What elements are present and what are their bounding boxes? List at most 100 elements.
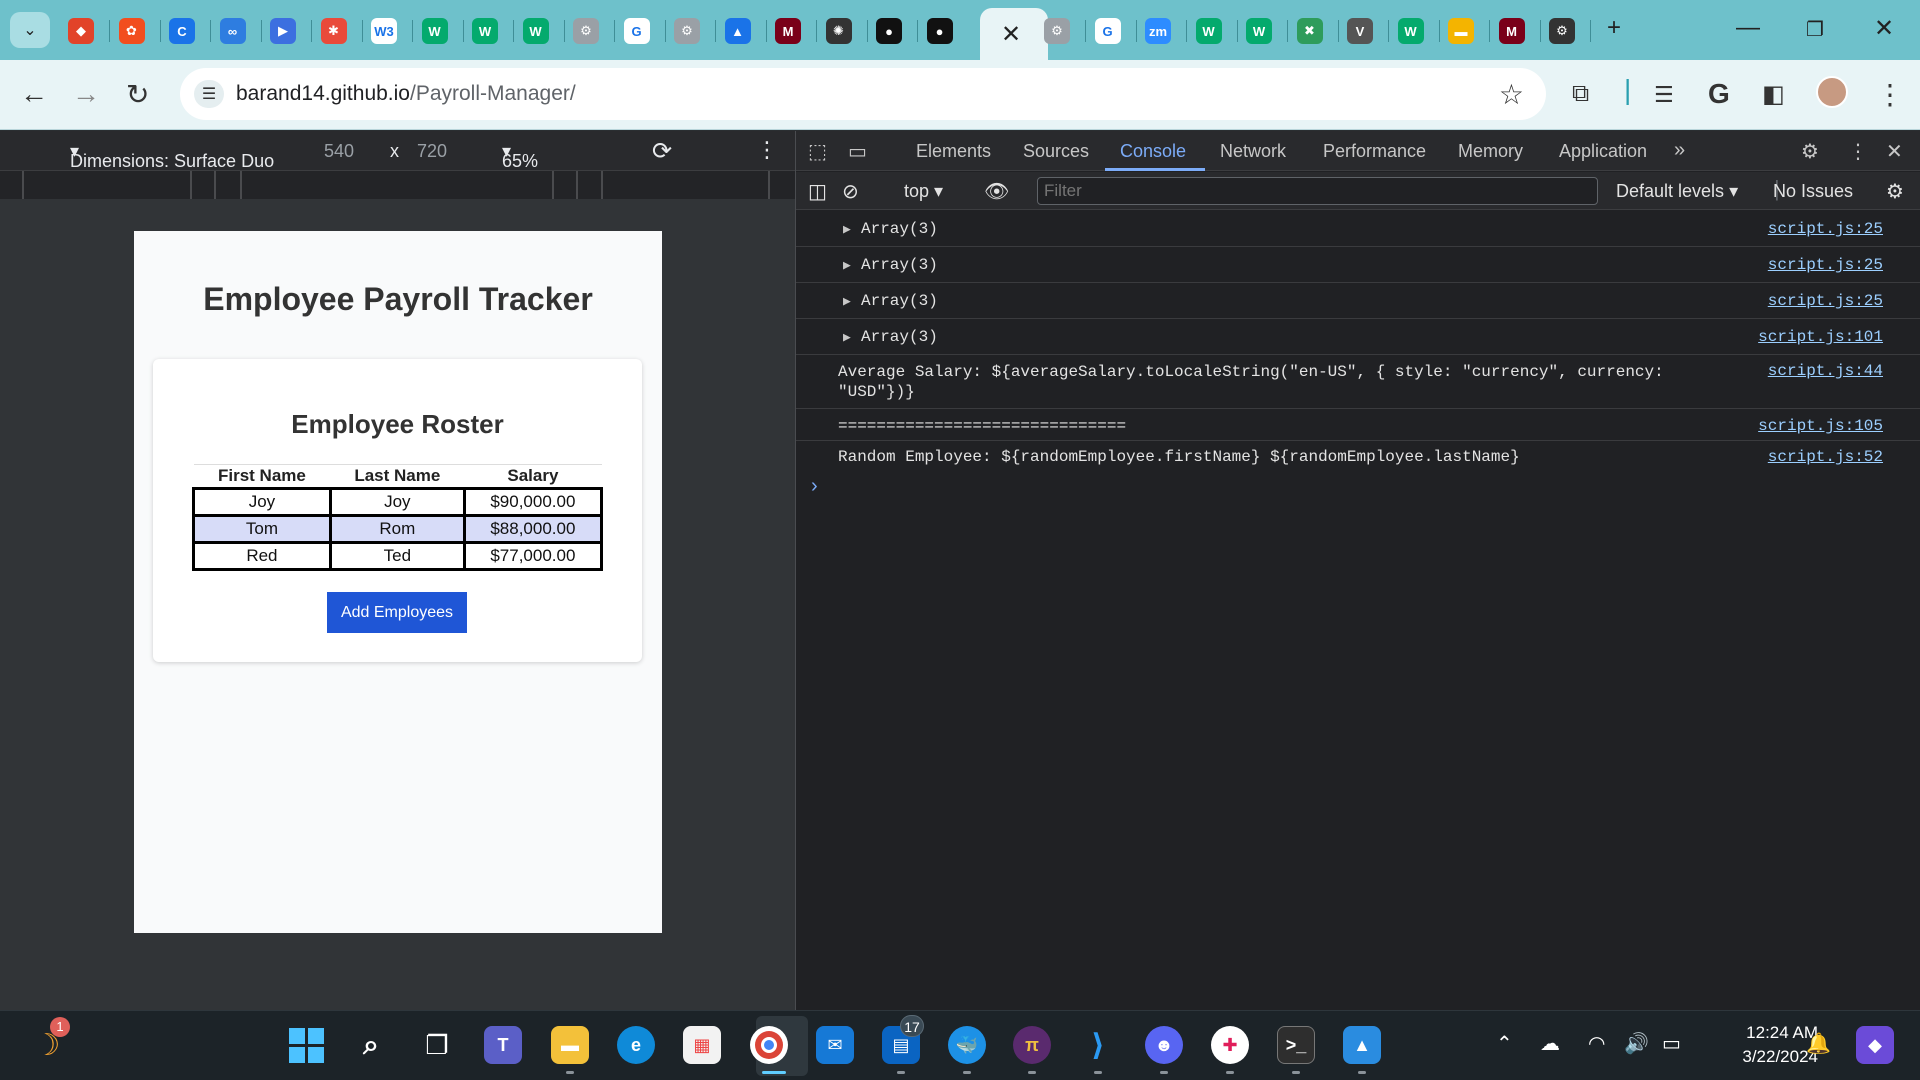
site-info-icon[interactable]: ☰ [194,80,224,108]
extension-icon[interactable]: ⚙ [674,18,700,44]
openai-icon[interactable]: ✺ [825,18,852,44]
console-message[interactable]: Average Salary: ${averageSalary.toLocale… [796,355,1920,409]
more-tabs-icon[interactable]: » [1674,139,1685,162]
bookmark-star-icon[interactable]: ☆ [1499,78,1524,111]
w-icon[interactable]: W [1397,18,1424,44]
side-panel-icon[interactable]: ◧ [1762,80,1785,109]
console-message[interactable]: ▶ Array(3) script.js:25 [796,247,1920,283]
device-height-input[interactable]: 720 [417,141,447,162]
volume-icon[interactable]: 🔊 [1624,1031,1649,1056]
extension-icon[interactable]: ⚙ [573,18,599,44]
extensions-icon[interactable]: ⧉ [1572,80,1589,108]
console-message[interactable]: ▶ Array(3) script.js:101 [796,319,1920,355]
issues-counter[interactable]: No Issues [1773,181,1853,202]
live-expression-eye-icon[interactable]: 👁 [984,179,1009,204]
chrome-icon[interactable] [750,1026,788,1064]
wifi-icon[interactable]: ◠ [1588,1031,1605,1056]
extension-icon[interactable]: ⚙ [1044,18,1070,44]
settings-icon[interactable]: ⚙ [1549,18,1575,44]
docker-icon[interactable]: 🐳 [948,1026,986,1064]
new-tab-button[interactable]: + [1607,14,1621,42]
chrome-menu-icon[interactable]: ⋮ [1876,78,1904,111]
powerautomate-icon[interactable]: ▶ [270,18,296,44]
github-icon[interactable]: ● [876,18,902,44]
device-toggle-icon[interactable]: ▭ [848,139,867,164]
asterisk-icon[interactable]: ✱ [320,18,347,44]
store-icon[interactable]: ▦ [683,1026,721,1064]
pi-network-icon[interactable]: π [1013,1026,1051,1064]
settings-icon[interactable]: ⚙ [1801,139,1819,164]
slack-icon[interactable]: ✚ [1211,1026,1249,1064]
zoom-dropdown[interactable]: 65% ▾ [502,141,538,171]
active-tab[interactable]: ✕ [980,8,1048,60]
w-icon[interactable]: W [1246,18,1272,44]
source-link[interactable]: script.js:101 [1758,328,1883,346]
reload-button[interactable]: ↻ [126,78,149,111]
notification-bell-icon[interactable]: 🔔 [1806,1031,1831,1056]
url-text[interactable]: barand14.github.io/Payroll-Manager/ [236,82,576,106]
task-view-icon[interactable]: ❐ [418,1026,456,1064]
console-message[interactable]: Random Employee: ${randomEmployee.firstN… [796,441,1920,475]
rotate-icon[interactable]: ⟳ [652,137,672,166]
battery-icon[interactable]: ▭ [1662,1031,1681,1056]
loop-icon[interactable]: ∞ [219,18,246,44]
w-icon[interactable]: W [1195,18,1222,44]
discord-icon[interactable]: ☻ [1145,1026,1183,1064]
profile-avatar[interactable] [1816,76,1848,108]
source-link[interactable]: script.js:25 [1768,292,1883,310]
tab-memory[interactable]: Memory [1458,141,1523,162]
search-icon[interactable]: ⌕ [352,1026,390,1064]
azure-icon[interactable]: ▲ [724,18,751,44]
forward-button[interactable]: → [72,78,100,110]
console-settings-icon[interactable]: ⚙ [1886,179,1904,204]
tab-search-button[interactable]: ⌄ [10,12,50,48]
vaio-icon[interactable]: V [1347,18,1373,44]
copyleaks-icon[interactable]: C [169,18,195,44]
sidebar-toggle-icon[interactable]: ◫ [808,179,827,204]
back-button[interactable]: ← [20,78,48,110]
chevron-up-icon[interactable]: ⌃ [1496,1031,1513,1056]
tab-elements[interactable]: Elements [916,141,991,162]
minimize-button[interactable]: — [1736,14,1760,42]
slides-icon[interactable]: ▬ [1448,18,1474,44]
console-message[interactable]: ============================== script.js… [796,409,1920,441]
expand-triangle-icon[interactable]: ▶ [843,258,851,273]
edge-icon[interactable]: e [617,1026,655,1064]
zoom-icon[interactable]: zm [1145,18,1171,44]
hexagon-icon[interactable]: ✖ [1296,18,1323,44]
system-clock[interactable]: 12:24 AM 3/22/2024 [1708,1021,1818,1069]
gitlab-icon[interactable]: ◆ [68,18,94,44]
google-icon[interactable]: G [1094,18,1121,44]
source-link[interactable]: script.js:25 [1768,256,1883,274]
add-employees-button[interactable]: Add Employees [327,592,467,633]
console-filter-input[interactable] [1037,177,1598,205]
restore-button[interactable]: ❐ [1806,17,1824,42]
terminal-icon[interactable]: >_ [1277,1026,1315,1064]
photos-icon[interactable]: ▲ [1343,1026,1381,1064]
copilot-icon[interactable]: ◆ [1856,1026,1894,1064]
w-icon[interactable]: W [472,18,498,44]
expand-triangle-icon[interactable]: ▶ [843,294,851,309]
start-windows-icon[interactable] [287,1026,325,1064]
umn-icon[interactable]: M [1498,18,1525,44]
clear-console-icon[interactable]: ⊘ [842,179,859,204]
close-devtools-icon[interactable]: ✕ [1886,139,1903,164]
inspect-element-icon[interactable]: ⬚ [808,139,827,164]
source-link[interactable]: script.js:25 [1768,220,1883,238]
expand-triangle-icon[interactable]: ▶ [843,222,851,237]
log-levels-dropdown[interactable]: Default levels ▾ [1616,181,1738,202]
console-message[interactable]: ▶ Array(3) script.js:25 [796,283,1920,319]
teams-icon[interactable]: T [484,1026,522,1064]
source-link[interactable]: script.js:44 [1768,362,1883,380]
device-dimensions-dropdown[interactable]: Dimensions: Surface Duo ▾ [70,141,274,171]
media-query-ruler[interactable] [0,171,795,199]
tab-performance[interactable]: Performance [1323,141,1426,162]
console-prompt-icon[interactable]: › [811,475,818,498]
w-icon[interactable]: W [522,18,549,44]
vscode-icon[interactable]: ⟩ [1079,1026,1117,1064]
file-explorer-icon[interactable]: ▬ [551,1026,589,1064]
onedrive-cloud-icon[interactable]: ☁ [1540,1031,1560,1056]
close-icon[interactable]: ✕ [1001,20,1021,49]
google-icon[interactable]: G [623,18,650,44]
window-close-button[interactable]: ✕ [1874,14,1894,43]
